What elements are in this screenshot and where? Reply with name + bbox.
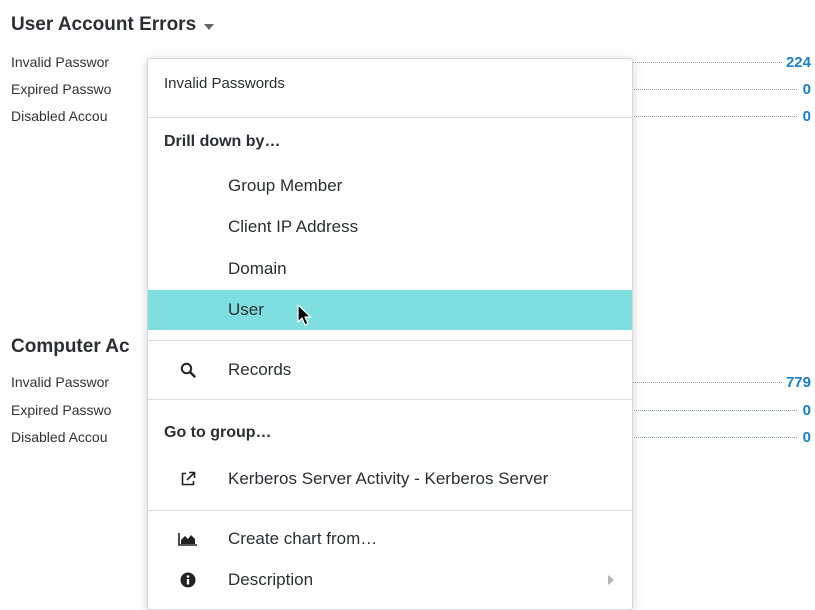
menu-item-label: Create chart from… xyxy=(228,529,378,548)
menu-divider xyxy=(148,399,632,400)
menu-divider xyxy=(148,117,632,118)
go-to-group-title: Go to group… xyxy=(164,424,272,441)
metric-value[interactable]: 0 xyxy=(801,81,811,98)
menu-divider xyxy=(148,340,632,341)
metric-label[interactable]: Expired Passwo xyxy=(11,81,161,97)
menu-item-label: Domain xyxy=(228,259,287,278)
menu-item-label: Kerberos Server Activity - Kerberos Serv… xyxy=(228,469,549,488)
section-title-text: User Account Errors xyxy=(11,14,197,35)
menu-item-label: Group Member xyxy=(228,176,343,195)
menu-item-kerberos-server-activity[interactable]: Kerberos Server Activity - Kerberos Serv… xyxy=(148,459,632,499)
context-menu: Invalid Passwords Drill down by… Group M… xyxy=(147,58,633,610)
menu-item-client-ip-address[interactable]: Client IP Address xyxy=(148,207,632,247)
menu-item-label: User xyxy=(228,300,264,319)
section-title-user-account-errors[interactable]: User Account Errors xyxy=(11,12,811,38)
chevron-down-icon[interactable] xyxy=(204,23,215,30)
metric-value[interactable]: 779 xyxy=(786,374,811,391)
menu-item-description[interactable]: Description xyxy=(148,560,632,600)
user-account-errors-section: User Account Errors Invalid Passwor 224 … xyxy=(11,12,811,125)
chevron-right-icon xyxy=(608,575,614,585)
search-icon xyxy=(148,362,228,378)
menu-item-group-member[interactable]: Group Member xyxy=(148,166,632,206)
metric-value[interactable]: 0 xyxy=(801,108,811,125)
metric-label[interactable]: Invalid Passwor xyxy=(11,54,161,70)
metric-label[interactable]: Expired Passwo xyxy=(11,402,161,418)
menu-header: Invalid Passwords xyxy=(164,75,285,92)
metric-value[interactable]: 0 xyxy=(801,402,811,419)
drill-down-title: Drill down by… xyxy=(164,133,281,150)
external-link-icon xyxy=(148,470,228,488)
menu-item-label: Records xyxy=(228,360,292,379)
menu-item-records[interactable]: Records xyxy=(148,350,632,390)
mouse-cursor-icon xyxy=(297,304,312,326)
menu-item-label: Description xyxy=(228,570,314,589)
info-icon xyxy=(148,572,228,588)
menu-divider xyxy=(148,510,632,511)
metric-value[interactable]: 224 xyxy=(786,54,811,71)
menu-item-domain[interactable]: Domain xyxy=(148,249,632,289)
metric-label[interactable]: Disabled Accou xyxy=(11,108,161,124)
area-chart-icon xyxy=(148,532,228,546)
menu-item-create-chart[interactable]: Create chart from… xyxy=(148,519,632,559)
menu-item-label: Client IP Address xyxy=(228,217,359,236)
section-title-text: Computer Ac xyxy=(11,336,130,357)
metric-value[interactable]: 0 xyxy=(801,429,811,446)
menu-item-user[interactable]: User xyxy=(148,290,632,330)
metric-label[interactable]: Disabled Accou xyxy=(11,429,161,445)
metric-label[interactable]: Invalid Passwor xyxy=(11,374,161,390)
